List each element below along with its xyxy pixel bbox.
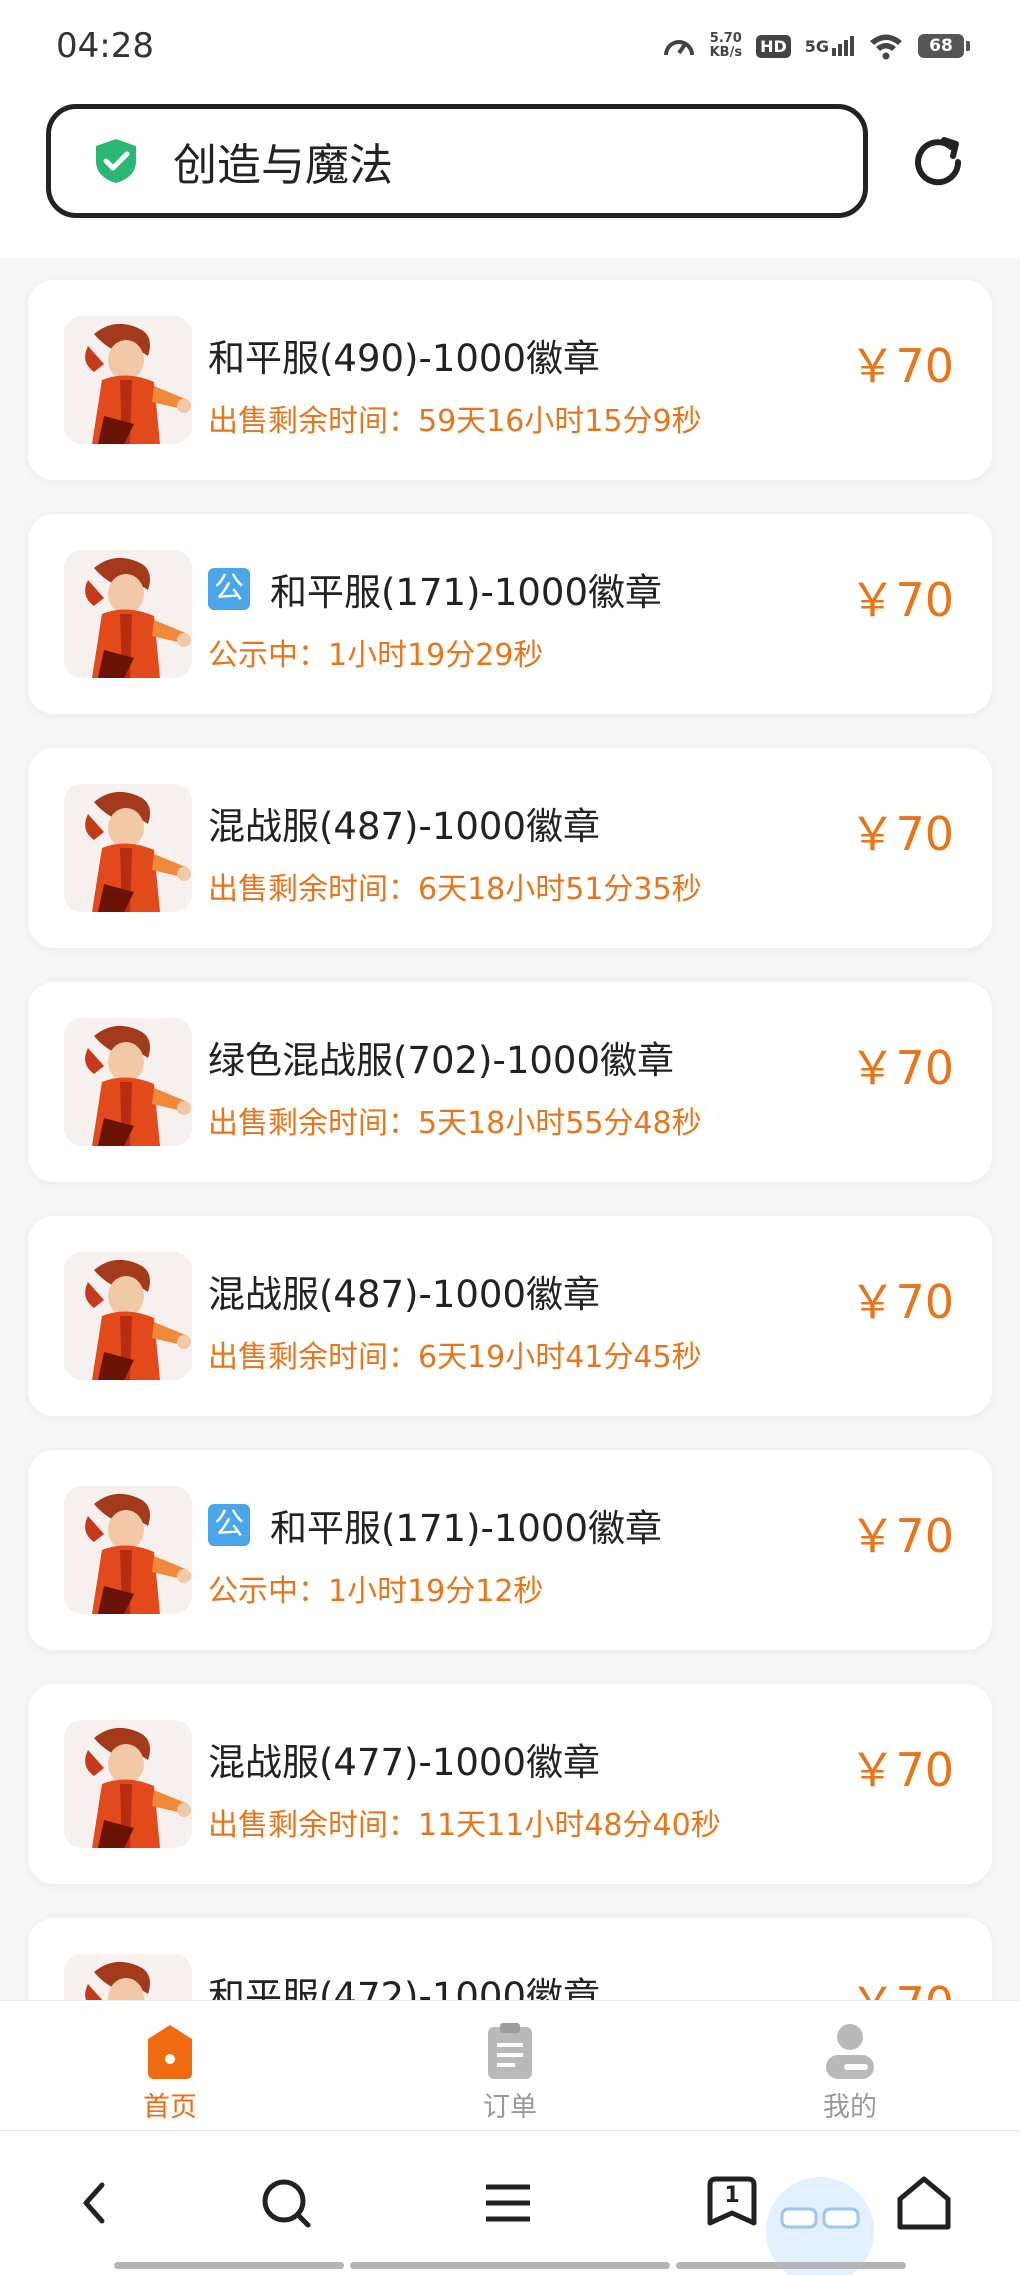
home-icon xyxy=(148,2025,192,2079)
tab-profile[interactable]: 我的 xyxy=(770,2021,930,2124)
character-avatar-image xyxy=(64,550,192,678)
status-time: 04:28 xyxy=(56,26,154,66)
wifi-icon xyxy=(870,34,902,60)
menu-icon[interactable] xyxy=(476,2171,540,2235)
signal-icon: 5G xyxy=(805,36,854,56)
search-input[interactable]: 创造与魔法 xyxy=(46,104,868,218)
user-icon xyxy=(826,2024,874,2079)
search-query: 创造与魔法 xyxy=(173,140,393,191)
item-time-remaining: 出售剩余时间：6天18小时51分35秒 xyxy=(208,872,702,907)
item-thumbnail xyxy=(64,1018,192,1146)
listing-card[interactable]: 混战服(487)-1000徽章出售剩余时间：6天18小时51分35秒 ￥70 xyxy=(28,748,992,948)
character-avatar-image xyxy=(64,316,192,444)
item-title-row: 混战服(487)-1000徽章 xyxy=(208,796,600,850)
character-avatar-image xyxy=(64,1720,192,1848)
item-title: 混战服(487)-1000徽章 xyxy=(208,1273,601,1316)
shield-check-icon xyxy=(96,139,136,183)
item-title: 混战服(487)-1000徽章 xyxy=(208,805,601,848)
item-price: ￥70 xyxy=(849,339,954,393)
tab-orders-label: 订单 xyxy=(483,2092,537,2123)
tab-orders[interactable]: 订单 xyxy=(430,2021,590,2124)
item-title: 和平服(490)-1000徽章 xyxy=(208,337,601,380)
item-title-row: 和平服(472)-1000徽章 xyxy=(208,1966,600,2000)
item-title-row: 公和平服(171)-1000徽章 xyxy=(208,1498,662,1552)
refresh-icon[interactable] xyxy=(908,132,968,192)
item-title-row: 绿色混战服(702)-1000徽章 xyxy=(208,1030,674,1084)
listing-card[interactable]: 混战服(487)-1000徽章出售剩余时间：6天19小时41分45秒 ￥70 xyxy=(28,1216,992,1416)
speed-value: 5.70 xyxy=(709,31,742,46)
item-time-remaining: 出售剩余时间：6天19小时41分45秒 xyxy=(208,1340,702,1375)
item-price: ￥70 xyxy=(849,1509,954,1563)
item-title: 绿色混战服(702)-1000徽章 xyxy=(208,1039,675,1082)
listing-card[interactable]: 和平服(472)-1000徽章 ￥70 xyxy=(28,1918,992,2000)
item-thumbnail xyxy=(64,1954,192,2000)
item-price: ￥70 xyxy=(849,1275,954,1329)
item-thumbnail xyxy=(64,550,192,678)
speed-unit: KB/s xyxy=(709,45,743,60)
home-nav-icon[interactable] xyxy=(892,2171,956,2235)
item-title: 和平服(171)-1000徽章 xyxy=(270,1507,663,1550)
listing-card[interactable]: 混战服(477)-1000徽章出售剩余时间：11天11小时48分40秒 ￥70 xyxy=(28,1684,992,1884)
hd-badge: HD xyxy=(756,34,791,58)
item-time-remaining: 出售剩余时间：59天16小时15分9秒 xyxy=(208,404,702,439)
item-list: 和平服(490)-1000徽章 出售剩余时间：59天16小时15分9秒 ￥70 公和平… xyxy=(0,258,1020,2000)
item-price: ￥70 xyxy=(849,573,954,627)
item-price: ￥70 xyxy=(849,1968,954,2000)
back-icon[interactable] xyxy=(64,2171,128,2235)
tabs-count: 1 xyxy=(724,2183,740,2208)
tab-home-label: 首页 xyxy=(143,2092,197,2123)
search-icon[interactable] xyxy=(254,2171,318,2235)
browser-nav-bar: 1 xyxy=(0,2130,1020,2275)
public-notice-tag: 公 xyxy=(208,1504,250,1546)
tab-bar: 首页 订单 我的 xyxy=(0,2000,1020,2131)
item-title: 混战服(477)-1000徽章 xyxy=(208,1741,601,1784)
character-avatar-image xyxy=(64,1954,192,2000)
gesture-bar-right xyxy=(676,2262,906,2269)
gesture-bar-left xyxy=(114,2262,344,2269)
item-title-row: 公和平服(171)-1000徽章 xyxy=(208,562,662,616)
item-title: 和平服(171)-1000徽章 xyxy=(270,571,663,614)
character-avatar-image xyxy=(64,1486,192,1614)
item-time-remaining: 出售剩余时间：11天11小时48分40秒 xyxy=(208,1808,721,1843)
item-thumbnail xyxy=(64,1252,192,1380)
tab-home[interactable]: 首页 xyxy=(90,2021,250,2124)
character-avatar-image xyxy=(64,1018,192,1146)
item-title: 和平服(472)-1000徽章 xyxy=(208,1975,601,2000)
clipboard-icon xyxy=(488,2023,532,2079)
status-icons: 5.70 KB/s HD 5G 68 xyxy=(662,26,970,66)
listing-card[interactable]: 公和平服(171)-1000徽章公示中：1小时19分12秒 ￥70 xyxy=(28,1450,992,1650)
item-time-remaining: 出售剩余时间：5天18小时55分48秒 xyxy=(208,1106,702,1141)
battery-icon: 68 xyxy=(918,34,970,58)
listing-card[interactable]: 公和平服(171)-1000徽章公示中：1小时19分29秒 ￥70 xyxy=(28,514,992,714)
listing-card[interactable]: 和平服(490)-1000徽章出售剩余时间：59天16小时15分9秒 ￥70 xyxy=(28,280,992,480)
item-price: ￥70 xyxy=(849,1041,954,1095)
item-thumbnail xyxy=(64,316,192,444)
character-avatar-image xyxy=(64,784,192,912)
item-thumbnail xyxy=(64,784,192,912)
character-avatar-image xyxy=(64,1252,192,1380)
tab-profile-label: 我的 xyxy=(823,2092,877,2123)
header: 创造与魔法 xyxy=(0,90,1020,258)
network-speed: 5.70 KB/s xyxy=(710,32,742,60)
gesture-bar-center xyxy=(350,2262,670,2269)
item-title-row: 混战服(477)-1000徽章 xyxy=(208,1732,600,1786)
tabs-button[interactable]: 1 xyxy=(700,2171,764,2235)
item-thumbnail xyxy=(64,1486,192,1614)
mascot-icon xyxy=(766,2177,874,2275)
item-time-remaining: 公示中：1小时19分12秒 xyxy=(208,1574,544,1609)
item-title-row: 混战服(487)-1000徽章 xyxy=(208,1264,600,1318)
item-price: ￥70 xyxy=(849,1743,954,1797)
speedometer-icon xyxy=(663,40,694,56)
item-price: ￥70 xyxy=(849,807,954,861)
item-time-remaining: 公示中：1小时19分29秒 xyxy=(208,638,544,673)
network-type: 5G xyxy=(804,37,829,56)
item-thumbnail xyxy=(64,1720,192,1848)
public-notice-tag: 公 xyxy=(208,568,250,610)
item-title-row: 和平服(490)-1000徽章 xyxy=(208,328,600,382)
status-bar: 04:28 5.70 KB/s HD 5G 68 xyxy=(0,0,1020,90)
listing-card[interactable]: 绿色混战服(702)-1000徽章出售剩余时间：5天18小时55分48秒 ￥70 xyxy=(28,982,992,1182)
